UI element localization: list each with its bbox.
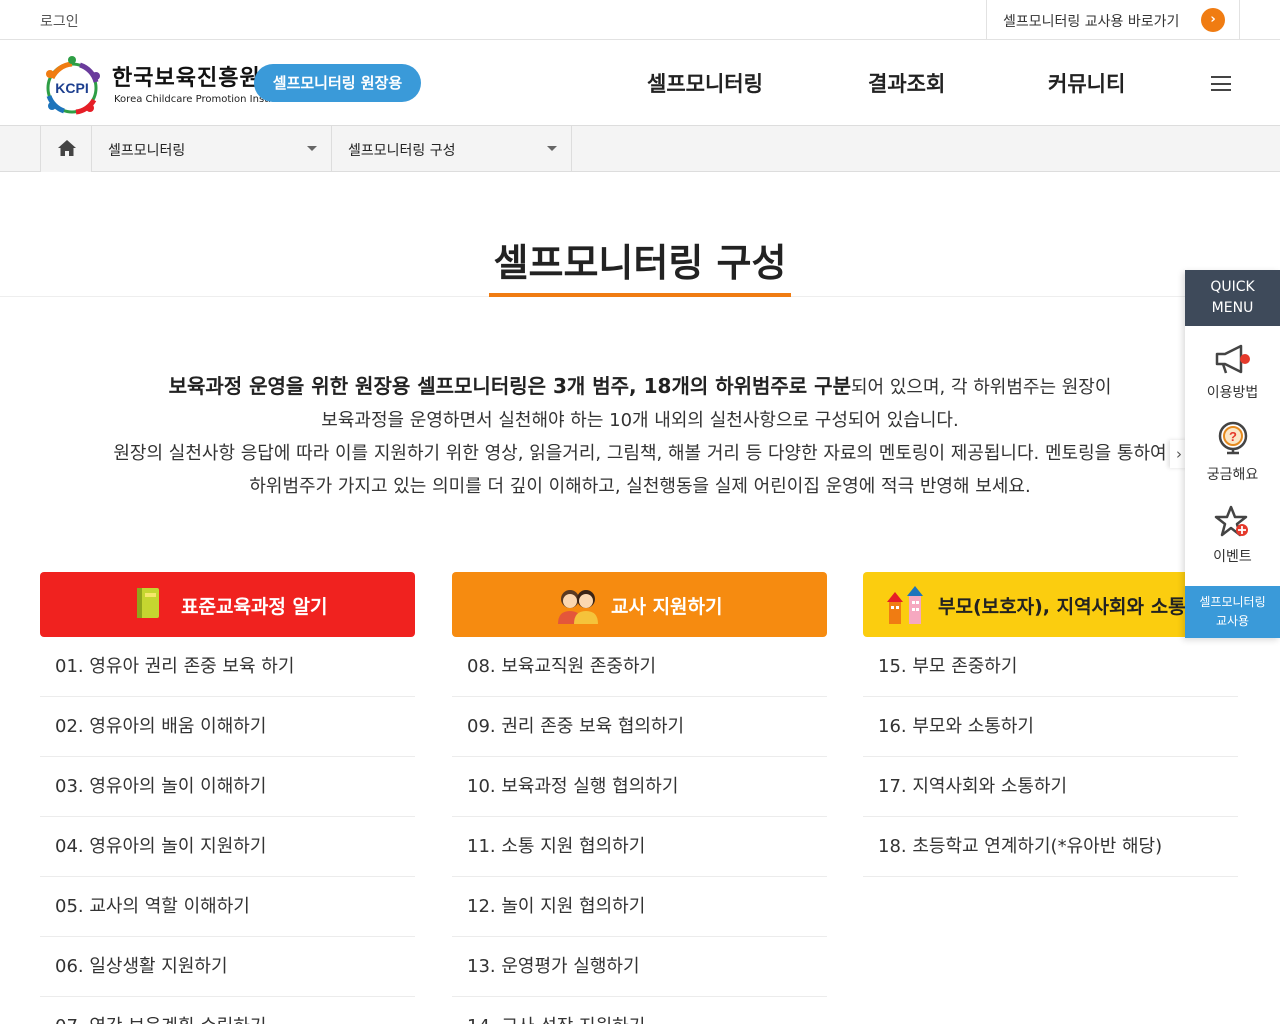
community-buildings-icon bbox=[887, 586, 923, 624]
hamburger-icon[interactable] bbox=[1211, 76, 1231, 91]
book-icon bbox=[137, 588, 159, 618]
star-gift-icon bbox=[1214, 505, 1248, 537]
subcategory-item[interactable]: 10. 보육과정 실행 협의하기 bbox=[452, 757, 827, 817]
caret-down-icon bbox=[307, 146, 317, 151]
nav-self-monitoring[interactable]: 셀프모니터링 bbox=[647, 68, 763, 98]
subcategory-item[interactable]: 18. 초등학교 연계하기(*유아반 해당) bbox=[863, 817, 1238, 877]
megaphone-icon bbox=[1215, 344, 1250, 374]
logo-korean-name: 한국보육진흥원 bbox=[112, 66, 261, 91]
quick-menu-title: QUICK MENU bbox=[1185, 270, 1280, 326]
caret-down-icon bbox=[547, 146, 557, 151]
teacher-shortcut-link[interactable]: 셀프모니터링 교사용 바로가기 › bbox=[986, 0, 1240, 40]
subcategory-item[interactable]: 05. 교사의 역할 이해하기 bbox=[40, 877, 415, 937]
quick-item-label: 이벤트 bbox=[1213, 549, 1252, 565]
breadcrumb-level2-select[interactable]: 셀프모니터링 구성 bbox=[332, 126, 572, 172]
breadcrumb: 셀프모니터링 셀프모니터링 구성 bbox=[0, 126, 1280, 172]
quick-menu-title-line1: QUICK bbox=[1210, 279, 1255, 295]
subcategory-item[interactable]: 03. 영유아의 놀이 이해하기 bbox=[40, 757, 415, 817]
subcategory-item[interactable]: 15. 부모 존중하기 bbox=[863, 637, 1238, 697]
category-header: 표준교육과정 알기 bbox=[40, 572, 415, 637]
subcategory-item[interactable]: 17. 지역사회와 소통하기 bbox=[863, 757, 1238, 817]
quick-menu-teacher-link[interactable]: 셀프모니터링 교사용 bbox=[1185, 586, 1280, 638]
subcategory-item[interactable]: 13. 운영평가 실행하기 bbox=[452, 937, 827, 997]
breadcrumb-level2-label: 셀프모니터링 구성 bbox=[348, 143, 456, 159]
subcategory-item[interactable]: 14. 교사 성장 지원하기 bbox=[452, 997, 827, 1024]
kcpi-logo[interactable]: KCPI bbox=[38, 52, 106, 116]
quick-item-faq[interactable]: ? 궁금해요 bbox=[1185, 420, 1280, 484]
intro-bold: 보육과정 운영을 위한 원장용 셀프모니터링은 3개 범주, 18개의 하위범주… bbox=[168, 374, 851, 398]
quick-item-how-to-use[interactable]: 이용방법 bbox=[1185, 342, 1280, 402]
teacher-shortcut-label: 셀프모니터링 교사용 바로가기 bbox=[1003, 14, 1180, 30]
quick-item-label: 이용방법 bbox=[1206, 385, 1259, 401]
category-column-parents-community: 부모(보호자), 지역사회와 소통하기 15. 부모 존중하기 16. 부모와 … bbox=[863, 572, 1238, 877]
subcategory-item[interactable]: 08. 보육교직원 존중하기 bbox=[452, 637, 827, 697]
quick-item-event[interactable]: 이벤트 bbox=[1185, 504, 1280, 566]
intro-line-2: 보육과정을 운영하면서 실천해야 하는 10개 내외의 실천사항으로 구성되어 … bbox=[321, 410, 959, 431]
intro-line-3: 원장의 실천사항 응답에 따라 이를 지원하기 위한 영상, 읽을거리, 그림책… bbox=[113, 443, 1167, 464]
home-icon bbox=[58, 140, 76, 156]
nav-community[interactable]: 커뮤니티 bbox=[1048, 68, 1125, 98]
logo-mark: KCPI bbox=[55, 80, 88, 96]
intro-line-1: 보육과정 운영을 위한 원장용 셀프모니터링은 3개 범주, 18개의 하위범주… bbox=[60, 370, 1220, 404]
subcategory-list: 01. 영유아 권리 존중 보육 하기 02. 영유아의 배움 이해하기 03.… bbox=[40, 637, 415, 1024]
subcategory-list: 15. 부모 존중하기 16. 부모와 소통하기 17. 지역사회와 소통하기 … bbox=[863, 637, 1238, 877]
quick-foot-line1: 셀프모니터링 bbox=[1199, 595, 1266, 609]
nav-results[interactable]: 결과조회 bbox=[868, 68, 945, 98]
category-column-teacher-support: 교사 지원하기 08. 보육교직원 존중하기 09. 권리 존중 보육 협의하기… bbox=[452, 572, 827, 1024]
intro-line-4: 하위범주가 가지고 있는 의미를 더 깊이 이해하고, 실천행동을 실제 어린이… bbox=[249, 476, 1031, 497]
question-globe-icon: ? bbox=[1218, 421, 1247, 455]
subcategory-item[interactable]: 06. 일상생활 지원하기 bbox=[40, 937, 415, 997]
quick-item-label: 궁금해요 bbox=[1206, 467, 1259, 483]
quick-foot-line2: 교사용 bbox=[1215, 614, 1250, 628]
breadcrumb-level1-label: 셀프모니터링 bbox=[108, 143, 186, 159]
category-header: 부모(보호자), 지역사회와 소통하기 bbox=[863, 572, 1238, 637]
category-header: 교사 지원하기 bbox=[452, 572, 827, 637]
subcategory-item[interactable]: 11. 소통 지원 협의하기 bbox=[452, 817, 827, 877]
category-title: 교사 지원하기 bbox=[611, 596, 723, 618]
category-title: 부모(보호자), 지역사회와 소통하기 bbox=[938, 596, 1221, 618]
chevron-right-icon: › bbox=[1201, 8, 1225, 32]
category-column-curriculum: 표준교육과정 알기 01. 영유아 권리 존중 보육 하기 02. 영유아의 배… bbox=[40, 572, 415, 1024]
breadcrumb-level1-select[interactable]: 셀프모니터링 bbox=[92, 126, 332, 172]
title-underline bbox=[489, 293, 791, 297]
subcategory-item[interactable]: 09. 권리 존중 보육 협의하기 bbox=[452, 697, 827, 757]
login-link[interactable]: 로그인 bbox=[40, 11, 79, 31]
subcategory-item[interactable]: 12. 놀이 지원 협의하기 bbox=[452, 877, 827, 937]
subcategory-item[interactable]: 16. 부모와 소통하기 bbox=[863, 697, 1238, 757]
intro-text: 보육과정 운영을 위한 원장용 셀프모니터링은 3개 범주, 18개의 하위범주… bbox=[60, 370, 1220, 503]
subcategory-item[interactable]: 01. 영유아 권리 존중 보육 하기 bbox=[40, 637, 415, 697]
quick-menu: QUICK MENU 이용방법 ? 궁금해요 이벤트 셀프모니터링 교사용 bbox=[1185, 270, 1280, 638]
role-badge: 셀프모니터링 원장용 bbox=[254, 64, 421, 102]
quick-menu-title-line2: MENU bbox=[1211, 300, 1254, 316]
site-header: KCPI 한국보육진흥원 Korea Childcare Promotion I… bbox=[0, 40, 1280, 126]
breadcrumb-home[interactable] bbox=[40, 126, 92, 172]
utility-bar: 로그인 셀프모니터링 교사용 바로가기 › bbox=[0, 0, 1280, 40]
page-title: 셀프모니터링 구성 bbox=[493, 241, 787, 285]
subcategory-item[interactable]: 07. 연간 보육계획 수립하기 bbox=[40, 997, 415, 1024]
teachers-icon bbox=[558, 590, 598, 624]
subcategory-list: 08. 보육교직원 존중하기 09. 권리 존중 보육 협의하기 10. 보육과… bbox=[452, 637, 827, 1024]
category-title: 표준교육과정 알기 bbox=[181, 596, 328, 618]
subcategory-item[interactable]: 02. 영유아의 배움 이해하기 bbox=[40, 697, 415, 757]
svg-text:?: ? bbox=[1229, 429, 1237, 444]
intro-rest: 되어 있으며, 각 하위범주는 원장이 bbox=[850, 377, 1112, 398]
subcategory-item[interactable]: 04. 영유아의 놀이 지원하기 bbox=[40, 817, 415, 877]
chevron-right-icon: › bbox=[1176, 445, 1182, 463]
